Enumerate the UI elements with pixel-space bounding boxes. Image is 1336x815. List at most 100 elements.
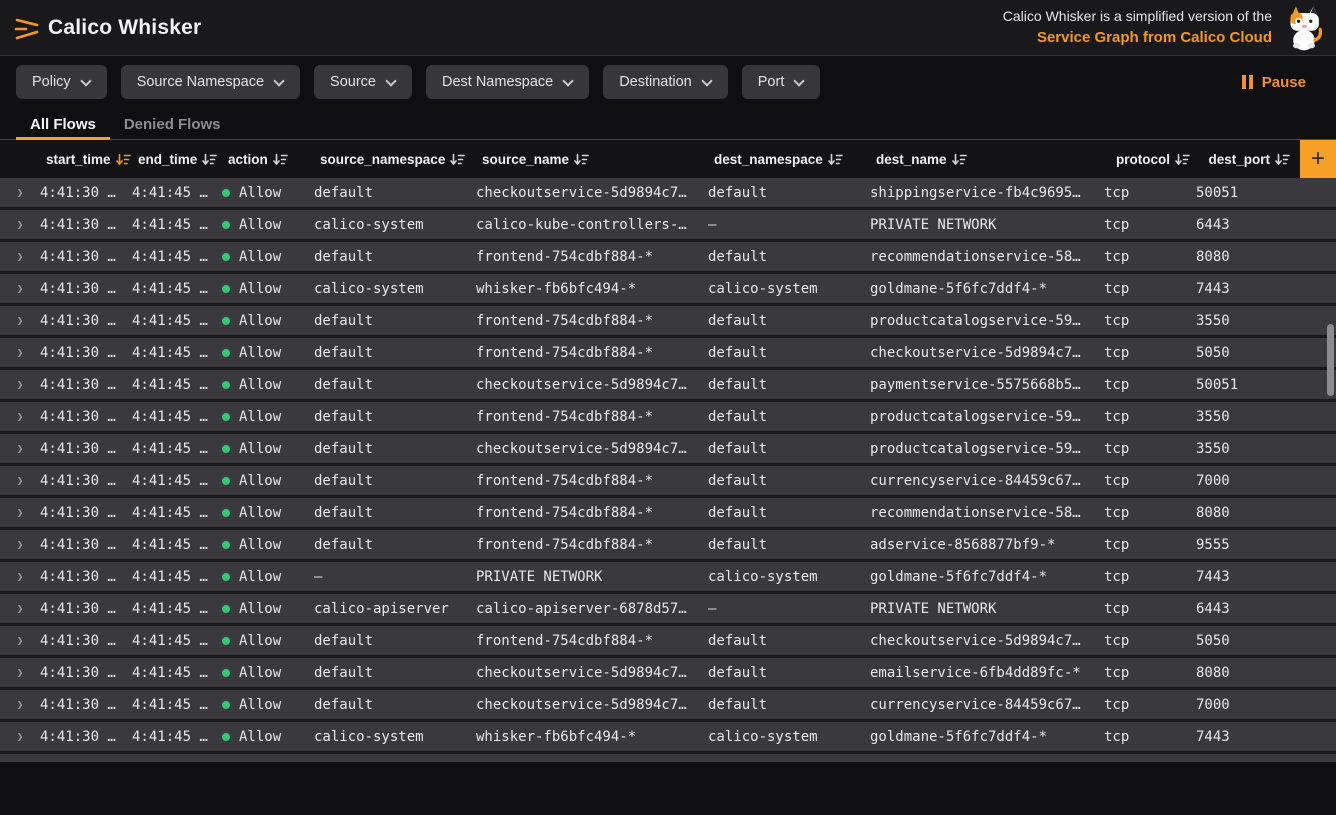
cell-dest-name: adservice-8568877bf9-* <box>870 537 1104 553</box>
cell-dest-namespace: default <box>708 505 870 521</box>
cell-protocol: tcp <box>1104 281 1196 297</box>
cell-dest-namespace: default <box>708 409 870 425</box>
column-header-protocol[interactable]: protocol <box>1104 152 1196 167</box>
cell-start-time: 4:41:30 … <box>40 697 132 713</box>
cell-dest-port: 3550 <box>1196 409 1296 425</box>
row-expand-chevron-icon[interactable]: ❯ <box>0 602 40 615</box>
row-expand-chevron-icon[interactable]: ❯ <box>0 730 40 743</box>
column-header-dest-namespace[interactable]: dest_namespace <box>708 152 870 167</box>
column-label: dest_name <box>876 152 947 167</box>
service-graph-link[interactable]: Service Graph from Calico Cloud <box>1003 27 1272 50</box>
row-expand-chevron-icon[interactable]: ❯ <box>0 282 40 295</box>
allow-status-dot <box>222 317 230 325</box>
cell-action: Allow <box>222 569 314 585</box>
cell-action: Allow <box>222 633 314 649</box>
app-logo: Calico Whisker <box>14 14 201 42</box>
row-expand-chevron-icon[interactable]: ❯ <box>0 378 40 391</box>
allow-status-dot <box>222 381 230 389</box>
allow-status-dot <box>222 349 230 357</box>
table-row[interactable]: ❯4:41:30 …4:41:45 …Allowdefaultfrontend-… <box>0 242 1336 274</box>
filter-destination-button[interactable]: Destination <box>603 65 728 99</box>
table-row[interactable]: ❯4:41:30 …4:41:45 …Allowdefaultfrontend-… <box>0 498 1336 530</box>
chevron-down-icon <box>563 75 573 85</box>
table-row[interactable]: ❯4:41:30 …4:41:45 …Allowdefaultcheckouts… <box>0 434 1336 466</box>
table-row[interactable]: ❯4:41:30 …4:41:45 …Allowdefaultfrontend-… <box>0 306 1336 338</box>
pause-button[interactable]: Pause <box>1242 74 1320 91</box>
sort-icon <box>116 153 131 166</box>
filter-policy-button[interactable]: Policy <box>16 65 107 99</box>
row-expand-chevron-icon[interactable]: ❯ <box>0 506 40 519</box>
add-column-button[interactable]: + <box>1300 140 1336 178</box>
table-row[interactable]: ❯4:41:30 …4:41:45 …Allowcalico-apiserver… <box>0 594 1336 626</box>
column-header-start-time[interactable]: start_time <box>40 152 132 167</box>
table-row[interactable]: ❯4:41:30 …4:41:45 …Allowdefaultcheckouts… <box>0 658 1336 690</box>
table-row[interactable]: ❯4:41:30 …4:41:45 …Allowdefaultfrontend-… <box>0 530 1336 562</box>
table-row[interactable]: ❯4:41:30 …4:41:45 …Allowdefaultcheckouts… <box>0 690 1336 722</box>
cell-source-namespace: default <box>314 505 476 521</box>
table-row[interactable]: ❯4:41:30 …4:41:45 …Allowdefaultcheckouts… <box>0 178 1336 210</box>
filter-dest-namespace-button[interactable]: Dest Namespace <box>426 65 589 99</box>
cell-dest-port: 7000 <box>1196 697 1296 713</box>
vertical-scrollbar-thumb[interactable] <box>1327 324 1334 396</box>
plus-icon: + <box>1311 147 1325 171</box>
filter-source-namespace-button[interactable]: Source Namespace <box>121 65 300 99</box>
cell-dest-namespace: – <box>708 217 870 233</box>
cell-source-namespace: default <box>314 473 476 489</box>
cell-start-time: 4:41:30 … <box>40 249 132 265</box>
column-header-action[interactable]: action <box>222 152 314 167</box>
cell-action: Allow <box>222 409 314 425</box>
row-expand-chevron-icon[interactable]: ❯ <box>0 474 40 487</box>
row-expand-chevron-icon[interactable]: ❯ <box>0 250 40 263</box>
row-expand-chevron-icon[interactable]: ❯ <box>0 698 40 711</box>
cell-action: Allow <box>222 505 314 521</box>
row-expand-chevron-icon[interactable]: ❯ <box>0 314 40 327</box>
table-row[interactable]: ❯4:41:30 …4:41:45 …Allowdefaultfrontend-… <box>0 626 1336 658</box>
cell-dest-name: goldmane-5f6fc7ddf4-* <box>870 569 1104 585</box>
cell-source-name: frontend-754cdbf884-* <box>476 409 708 425</box>
cell-action: Allow <box>222 537 314 553</box>
row-expand-chevron-icon[interactable]: ❯ <box>0 186 40 199</box>
row-expand-chevron-icon[interactable]: ❯ <box>0 410 40 423</box>
table-row[interactable]: ❯4:41:30 …4:41:45 …Allowdefaultfrontend-… <box>0 402 1336 434</box>
cell-dest-port: 8080 <box>1196 505 1296 521</box>
row-expand-chevron-icon[interactable]: ❯ <box>0 442 40 455</box>
cell-source-name: checkoutservice-5d9894c7… <box>476 665 708 681</box>
tab-denied-flows[interactable]: Denied Flows <box>110 108 235 139</box>
filter-port-button[interactable]: Port <box>742 65 821 99</box>
sort-icon <box>202 153 217 166</box>
row-expand-chevron-icon[interactable]: ❯ <box>0 634 40 647</box>
row-expand-chevron-icon[interactable]: ❯ <box>0 346 40 359</box>
cell-dest-namespace: default <box>708 185 870 201</box>
column-label: start_time <box>46 152 111 167</box>
row-expand-chevron-icon[interactable]: ❯ <box>0 218 40 231</box>
column-header-source-namespace[interactable]: source_namespace <box>314 152 476 167</box>
cell-end-time: 4:41:45 … <box>132 313 222 329</box>
row-expand-chevron-icon[interactable]: ❯ <box>0 570 40 583</box>
cell-dest-name: emailservice-6fb4dd89fc-* <box>870 665 1104 681</box>
column-header-dest-port[interactable]: dest_port <box>1196 152 1296 167</box>
cell-source-name: whisker-fb6bfc494-* <box>476 281 708 297</box>
cell-dest-port: 5050 <box>1196 633 1296 649</box>
tab-all-flows[interactable]: All Flows <box>16 108 110 139</box>
filter-source-button[interactable]: Source <box>314 65 412 99</box>
cell-source-namespace: calico-system <box>314 281 476 297</box>
allow-status-dot <box>222 253 230 261</box>
table-row[interactable]: ❯4:41:30 …4:41:45 …Allowdefaultfrontend-… <box>0 338 1336 370</box>
cell-start-time: 4:41:30 … <box>40 441 132 457</box>
cell-dest-port: 50051 <box>1196 377 1296 393</box>
row-expand-chevron-icon[interactable]: ❯ <box>0 666 40 679</box>
row-expand-chevron-icon[interactable]: ❯ <box>0 538 40 551</box>
table-row[interactable]: ❯4:41:30 …4:41:45 …Allow–PRIVATE NETWORK… <box>0 562 1336 594</box>
cell-dest-port: 5050 <box>1196 345 1296 361</box>
cell-dest-namespace: default <box>708 537 870 553</box>
cell-source-name: frontend-754cdbf884-* <box>476 633 708 649</box>
column-header-dest-name[interactable]: dest_name <box>870 152 1104 167</box>
column-header-source-name[interactable]: source_name <box>476 152 708 167</box>
table-row[interactable]: ❯4:41:30 …4:41:45 …Allowcalico-systemwhi… <box>0 274 1336 306</box>
table-row[interactable]: ❯4:41:30 …4:41:45 …Allowcalico-systemcal… <box>0 210 1336 242</box>
cell-end-time: 4:41:45 … <box>132 441 222 457</box>
table-row[interactable]: ❯4:41:30 …4:41:45 …Allowdefaultfrontend-… <box>0 466 1336 498</box>
column-header-end-time[interactable]: end_time <box>132 152 222 167</box>
table-row[interactable]: ❯4:41:30 …4:41:45 …Allowcalico-systemwhi… <box>0 722 1336 754</box>
table-row[interactable]: ❯4:41:30 …4:41:45 …Allowdefaultcheckouts… <box>0 370 1336 402</box>
